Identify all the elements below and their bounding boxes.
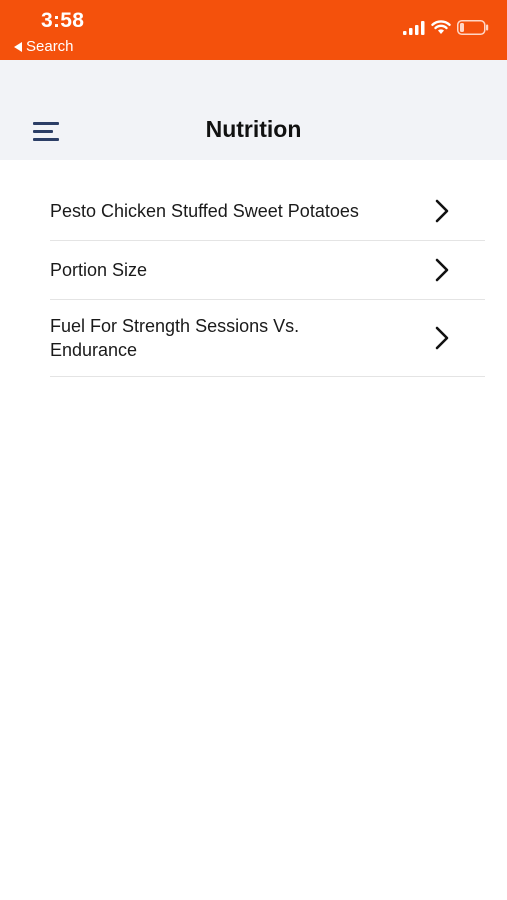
list-item-fuel-strength-endurance[interactable]: Fuel For Strength Sessions Vs. Endurance xyxy=(50,300,485,377)
navigation-bar: Nutrition xyxy=(0,60,507,160)
list-item-label: Pesto Chicken Stuffed Sweet Potatoes xyxy=(50,201,359,221)
chevron-right-icon xyxy=(435,326,449,350)
status-bar: 3:58 Search xyxy=(0,0,507,60)
back-to-search-link[interactable]: Search xyxy=(14,38,74,55)
battery-icon xyxy=(457,20,489,35)
list-item-label: Portion Size xyxy=(50,260,148,280)
list-item-portion-size[interactable]: Portion Size xyxy=(50,241,485,300)
status-time: 3:58 xyxy=(41,9,85,32)
back-label: Search xyxy=(26,38,74,55)
back-arrow-icon xyxy=(14,41,22,52)
status-icons xyxy=(403,20,489,35)
nutrition-list: Pesto Chicken Stuffed Sweet Potatoes Por… xyxy=(50,182,485,377)
chevron-right-icon xyxy=(435,258,449,282)
cellular-signal-icon xyxy=(403,20,425,35)
list-item-pesto-chicken[interactable]: Pesto Chicken Stuffed Sweet Potatoes xyxy=(50,182,485,241)
wifi-icon xyxy=(431,20,451,34)
list-item-label: Fuel For Strength Sessions Vs. Endurance xyxy=(50,316,300,360)
page-title: Nutrition xyxy=(205,116,302,142)
chevron-right-icon xyxy=(435,199,449,223)
